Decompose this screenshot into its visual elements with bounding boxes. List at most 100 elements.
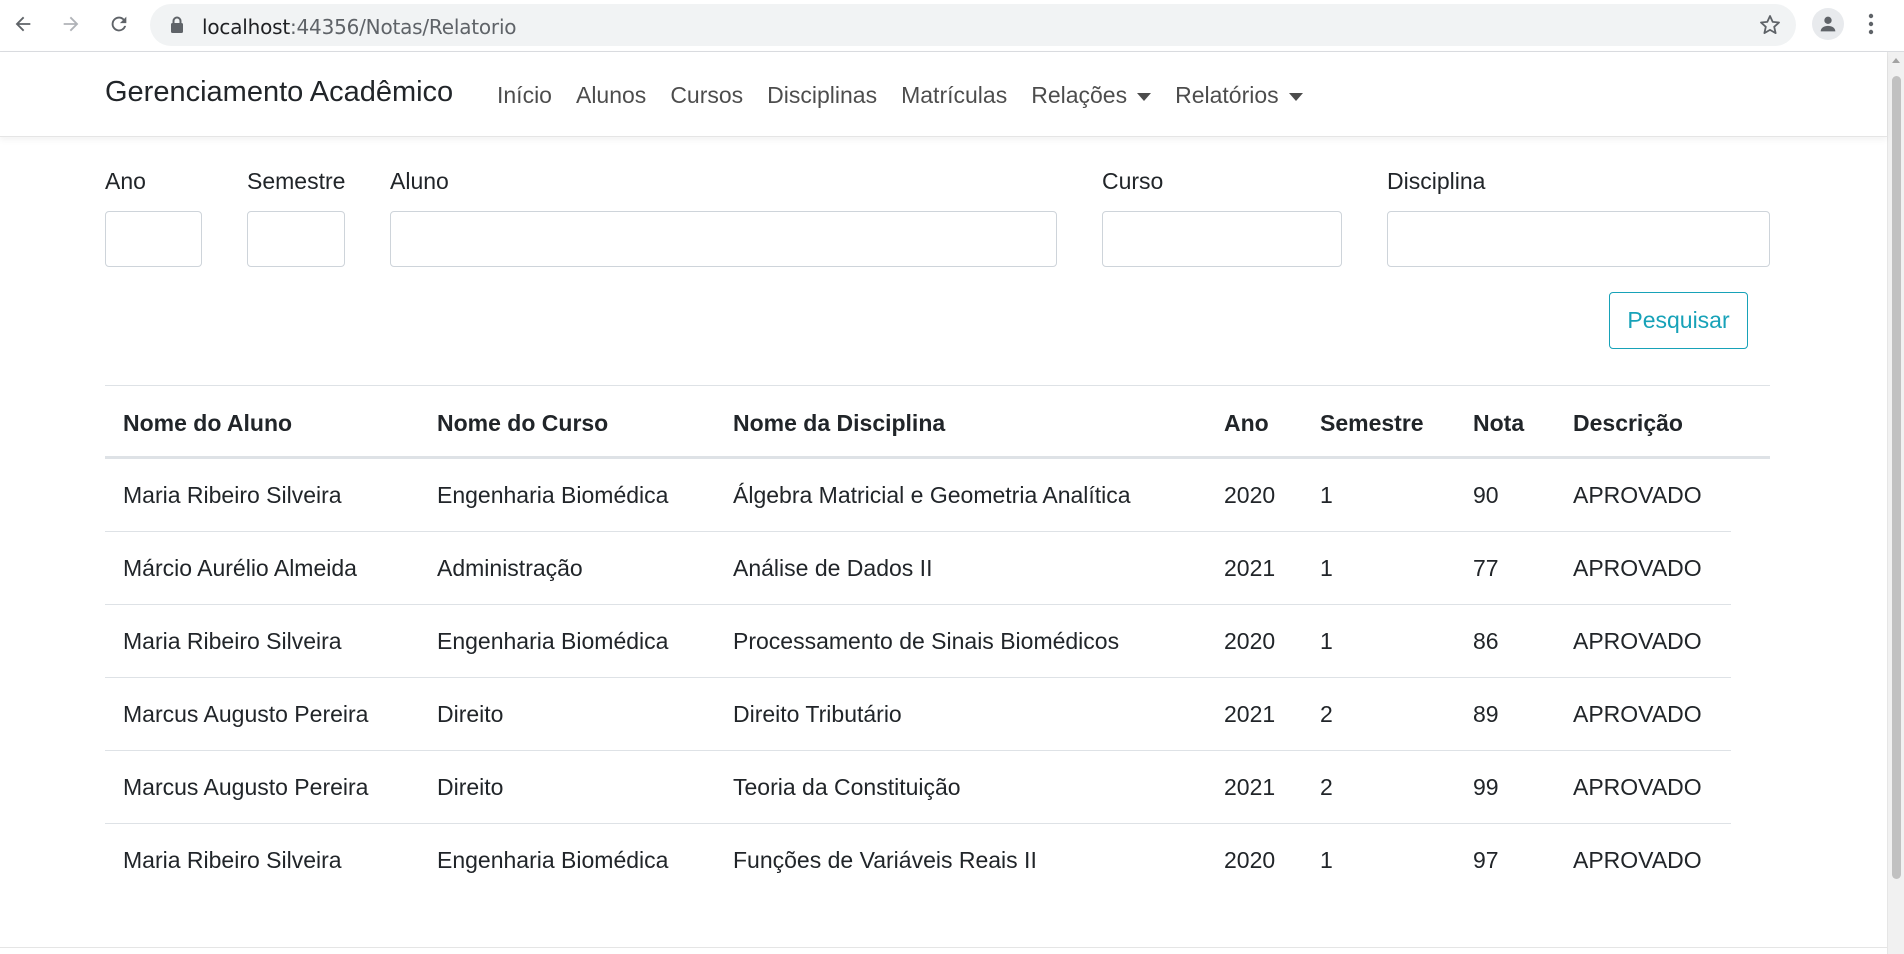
reload-button[interactable] [104,8,134,40]
cell-semestre: 1 [1320,482,1333,508]
cell-ano: 2020 [1224,628,1276,654]
cell-aluno: Marcus Augusto Pereira [123,774,369,800]
url-text: localhost:44356/Notas/Relatorio [202,15,517,39]
cell-nota: 90 [1473,482,1499,508]
cell-ano: 2020 [1224,482,1276,508]
cell-descricao: APROVADO [1573,847,1702,873]
nav-link-matriculas[interactable]: Matrículas [901,82,1007,109]
url-host: localhost [202,15,290,39]
table-row: Maria Ribeiro Silveira Engenharia Bioméd… [105,459,1731,532]
cell-descricao: APROVADO [1573,774,1702,800]
cell-nota: 97 [1473,847,1499,873]
caret-down-icon [1288,92,1303,101]
cell-disciplina: Processamento de Sinais Biomédicos [733,628,1120,654]
aluno-label: Aluno [390,168,449,194]
cell-disciplina: Funções de Variáveis Reais II [733,847,1037,873]
cell-curso: Engenharia Biomédica [437,482,669,508]
nav-link-label: Início [497,82,552,108]
semestre-input[interactable] [247,211,345,267]
footer-divider [0,947,1887,948]
back-arrow-icon [15,16,31,32]
browser-toolbar: localhost:44356/Notas/Relatorio [0,0,1904,52]
cell-semestre: 1 [1320,847,1333,873]
semestre-label: Semestre [247,168,346,194]
cell-aluno: Maria Ribeiro Silveira [123,847,342,873]
cell-disciplina: Álgebra Matricial e Geometria Analítica [733,482,1131,508]
cell-semestre: 1 [1320,628,1333,654]
nav-link-label: Alunos [575,82,647,108]
disciplina-label: Disciplina [1387,168,1486,194]
table-body: Maria Ribeiro Silveira Engenharia Bioméd… [105,459,1770,897]
nav-link-cursos[interactable]: Cursos [670,82,743,109]
column-header-disciplina: Nome da Disciplina [733,410,946,436]
cell-nota: 77 [1473,555,1499,581]
column-header-ano: Ano [1224,410,1269,436]
curso-label: Curso [1102,168,1164,194]
nav-links: Início Alunos Cursos Disciplinas Matrícu… [497,82,1327,109]
curso-input[interactable] [1102,211,1342,267]
cell-aluno: Márcio Aurélio Almeida [123,555,357,581]
search-button[interactable]: Pesquisar [1609,292,1748,349]
cell-disciplina: Teoria da Constituição [733,774,961,800]
cell-curso: Engenharia Biomédica [437,847,669,873]
nav-link-label: Matrículas [901,82,1008,108]
ano-input[interactable] [105,211,202,267]
url-path: :44356/Notas/Relatorio [289,15,517,39]
table-row: Maria Ribeiro Silveira Engenharia Bioméd… [105,824,1731,897]
forward-arrow-icon [63,16,79,32]
cell-descricao: APROVADO [1573,628,1702,654]
cell-ano: 2021 [1224,701,1276,727]
cell-semestre: 1 [1320,555,1333,581]
forward-button[interactable] [56,8,86,40]
cell-ano: 2021 [1224,774,1276,800]
browser-menu-icon[interactable] [1868,12,1874,41]
back-button[interactable] [8,8,38,40]
cell-nota: 86 [1473,628,1499,654]
cell-descricao: APROVADO [1573,701,1702,727]
cell-aluno: Maria Ribeiro Silveira [123,628,342,654]
nav-dropdown-relatorios[interactable]: Relatórios [1175,82,1303,109]
disciplina-input[interactable] [1387,211,1770,267]
app-navbar: Gerenciamento Acadêmico Início Alunos Cu… [0,52,1887,137]
nav-link-disciplinas[interactable]: Disciplinas [767,82,877,109]
nav-link-inicio[interactable]: Início [497,82,552,109]
nav-link-label: Disciplinas [767,82,878,108]
reload-icon [111,16,127,32]
aluno-input[interactable] [390,211,1057,267]
table-header-row: Nome do Aluno Nome do Curso Nome da Disc… [105,386,1770,459]
cell-aluno: Marcus Augusto Pereira [123,701,369,727]
table-row: Marcus Augusto Pereira Direito Direito T… [105,678,1731,751]
cell-curso: Engenharia Biomédica [437,628,669,654]
cell-semestre: 2 [1320,701,1333,727]
cell-curso: Direito [437,774,504,800]
brand-title[interactable]: Gerenciamento Acadêmico [105,76,453,109]
cell-semestre: 2 [1320,774,1333,800]
scroll-up-arrow-icon[interactable] [1892,58,1900,63]
cell-descricao: APROVADO [1573,482,1702,508]
nav-link-label: Cursos [670,82,744,108]
bookmark-star-icon[interactable] [1758,13,1782,42]
cell-disciplina: Direito Tributário [733,701,902,727]
address-bar[interactable]: localhost:44356/Notas/Relatorio [150,4,1796,46]
nav-link-label: Relatórios [1175,82,1279,108]
scroll-thumb[interactable] [1892,76,1901,879]
table-row: Maria Ribeiro Silveira Engenharia Bioméd… [105,605,1731,678]
table-row: Marcus Augusto Pereira Direito Teoria da… [105,751,1731,824]
page-scrollbar[interactable] [1887,52,1904,954]
nav-link-alunos[interactable]: Alunos [576,82,646,109]
cell-ano: 2021 [1224,555,1276,581]
cell-ano: 2020 [1224,847,1276,873]
column-header-descricao: Descrição [1573,410,1683,436]
nav-dropdown-relacoes[interactable]: Relações [1031,82,1152,109]
cell-disciplina: Análise de Dados II [733,555,933,581]
cell-nota: 89 [1473,701,1499,727]
profile-avatar-icon[interactable] [1812,8,1844,40]
lock-icon [170,16,184,39]
nav-link-label: Relações [1031,82,1128,108]
column-header-curso: Nome do Curso [437,410,609,436]
caret-down-icon [1137,92,1152,101]
cell-aluno: Maria Ribeiro Silveira [123,482,342,508]
column-header-semestre: Semestre [1320,410,1424,436]
cell-curso: Administração [437,555,583,581]
column-header-nota: Nota [1473,410,1525,436]
